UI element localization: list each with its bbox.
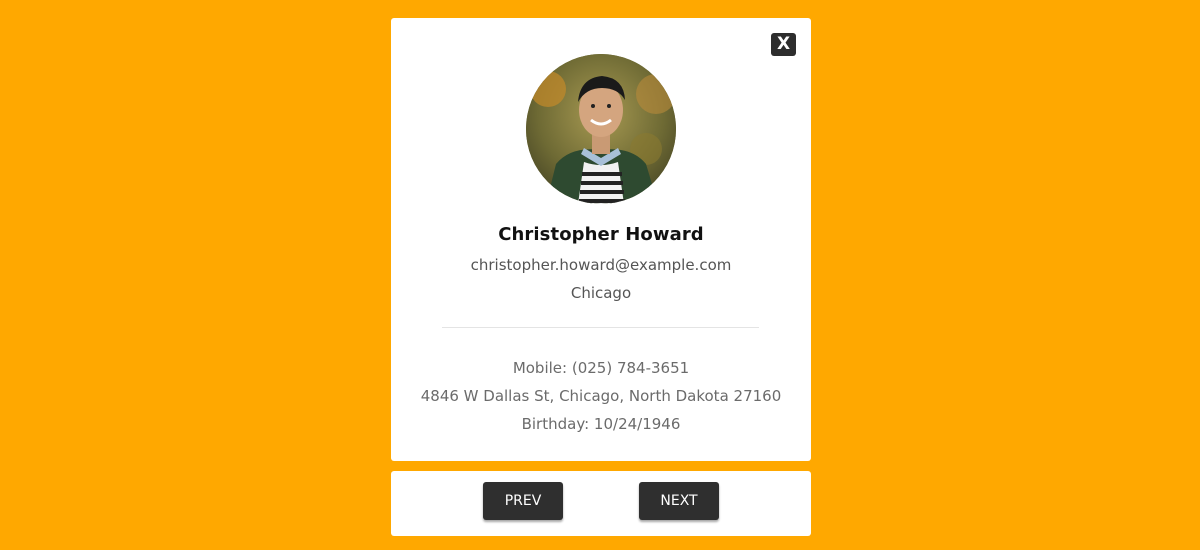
user-email: christopher.howard@example.com [470,256,732,274]
user-name: Christopher Howard [498,224,704,245]
next-button[interactable]: NEXT [639,482,719,520]
user-city: Chicago [570,284,632,302]
user-profile-card: X Christopher Howard christopher.howard@… [391,18,811,461]
user-birthday: Birthday: 10/24/1946 [521,415,681,433]
navigation-bar: PREV NEXT [391,471,811,536]
user-address: 4846 W Dallas St, Chicago, North Dakota … [420,387,782,405]
page: X Christopher Howard christopher.howard@… [0,0,1200,550]
prev-button[interactable]: PREV [483,482,563,520]
close-button[interactable]: X [771,33,796,56]
avatar [526,54,676,204]
divider [442,327,759,328]
user-mobile: Mobile: (025) 784-3651 [512,359,690,377]
